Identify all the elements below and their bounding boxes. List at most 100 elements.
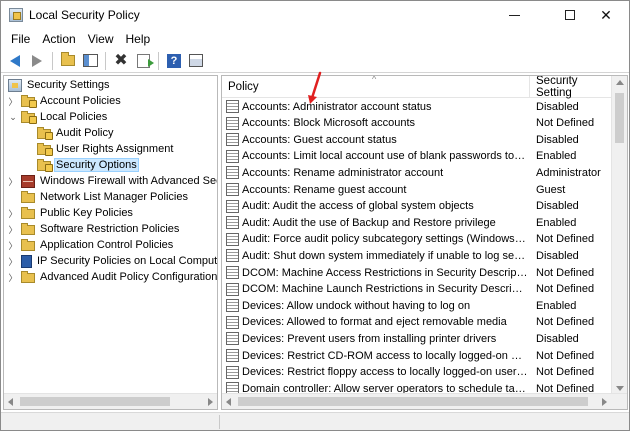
column-header-policy[interactable]: Policy ^ <box>222 76 530 98</box>
scroll-thumb[interactable] <box>615 93 624 143</box>
delete-button[interactable]: ✖ <box>111 51 131 71</box>
tree-item-user-rights-assignment[interactable]: User Rights Assignment <box>37 141 175 157</box>
tree-item-ip-security[interactable]: 〉 IP Security Policies on Local Compute <box>8 253 217 269</box>
toolbar: ✖ ? <box>1 49 629 73</box>
policy-setting-icon <box>226 266 239 279</box>
security-setting-value: Not Defined <box>536 366 595 379</box>
table-row[interactable]: Devices: Restrict CD-ROM access to local… <box>222 347 612 364</box>
scroll-thumb[interactable] <box>20 397 170 406</box>
menu-help[interactable]: Help <box>120 32 157 46</box>
properties-button[interactable] <box>186 51 206 71</box>
up-one-level-button[interactable] <box>58 51 78 71</box>
policy-setting-icon <box>226 149 239 163</box>
table-row[interactable]: Devices: Prevent users from installing p… <box>222 330 612 347</box>
chevron-right-icon[interactable]: 〉 <box>8 253 18 269</box>
menu-view[interactable]: View <box>82 32 120 46</box>
policy-setting-icon <box>226 116 239 130</box>
chevron-down-icon[interactable]: ⌄ <box>8 109 18 125</box>
tree-item-application-control[interactable]: 〉 Application Control Policies <box>8 237 175 253</box>
show-hide-tree-icon <box>82 54 98 67</box>
table-row[interactable]: Accounts: Block Microsoft accounts Not De… <box>222 115 612 132</box>
forward-button[interactable] <box>27 51 47 71</box>
chevron-right-icon[interactable]: 〉 <box>8 269 18 285</box>
close-button[interactable]: ✕ <box>583 1 629 29</box>
menu-file[interactable]: File <box>5 32 36 46</box>
firewall-icon <box>21 174 35 188</box>
status-divider <box>219 415 220 429</box>
tree-item-windows-firewall[interactable]: 〉 Windows Firewall with Advanced Secu <box>8 173 217 189</box>
policy-name: Audit: Force audit policy subcategory se… <box>242 233 528 246</box>
policy-setting-icon <box>226 183 239 196</box>
policy-setting-icon <box>226 299 239 313</box>
tree-item-audit-policy[interactable]: Audit Policy <box>37 125 115 141</box>
locked-folder-icon <box>21 95 37 108</box>
menu-action[interactable]: Action <box>36 32 81 46</box>
folder-icon <box>21 191 35 203</box>
tree-item-software-restriction[interactable]: 〉 Software Restriction Policies <box>8 221 181 237</box>
show-hide-tree-button[interactable] <box>80 51 100 71</box>
table-row[interactable]: DCOM: Machine Launch Restrictions in Sec… <box>222 281 612 298</box>
tree-horizontal-scrollbar[interactable] <box>4 393 217 409</box>
list-horizontal-scrollbar[interactable] <box>222 393 627 409</box>
security-settings-icon <box>8 78 22 92</box>
chevron-right-icon[interactable]: 〉 <box>8 205 18 221</box>
scroll-left-icon[interactable] <box>226 398 231 406</box>
back-button[interactable] <box>5 51 25 71</box>
tree-item-account-policies[interactable]: 〉 Account Policies <box>8 93 123 109</box>
scroll-left-icon[interactable] <box>8 398 13 406</box>
tree-root-security-settings[interactable]: Security Settings <box>8 77 112 93</box>
export-list-button[interactable] <box>133 51 154 71</box>
scroll-thumb[interactable] <box>238 397 588 406</box>
locked-folder-icon <box>37 159 53 172</box>
title-bar[interactable]: Local Security Policy ✕ <box>1 1 629 29</box>
policy-setting-icon <box>226 100 239 113</box>
folder-icon <box>21 271 35 283</box>
policy-list: Accounts: Administrator account status Di… <box>222 98 612 395</box>
table-row[interactable]: Audit: Audit the use of Backup and Resto… <box>222 214 612 231</box>
tree-item-public-key-policies[interactable]: 〉 Public Key Policies <box>8 205 135 221</box>
policy-name: Devices: Allow undock without having to … <box>242 299 471 312</box>
table-row[interactable]: Accounts: Limit local account use of bla… <box>222 148 612 165</box>
scroll-up-icon[interactable] <box>616 80 624 85</box>
status-bar <box>1 412 629 430</box>
help-button[interactable]: ? <box>164 51 184 71</box>
forward-arrow-icon <box>32 54 42 67</box>
table-row[interactable]: Accounts: Rename guest account Guest <box>222 181 612 198</box>
table-row[interactable]: Audit: Force audit policy subcategory se… <box>222 231 612 248</box>
policy-setting-icon <box>226 166 239 180</box>
table-row[interactable]: Devices: Allow undock without having to … <box>222 297 612 314</box>
ip-security-icon <box>21 254 32 268</box>
scroll-right-icon[interactable] <box>208 398 213 406</box>
security-setting-value: Not Defined <box>536 233 595 246</box>
tree-item-network-list-manager[interactable]: Network List Manager Policies <box>8 189 190 205</box>
security-setting-value: Not Defined <box>536 117 595 130</box>
security-setting-value: Enabled <box>536 216 577 229</box>
policy-name: Accounts: Block Microsoft accounts <box>242 117 416 130</box>
table-row[interactable]: Devices: Allowed to format and eject rem… <box>222 314 612 331</box>
tree-item-advanced-audit[interactable]: 〉 Advanced Audit Policy Configuration <box>8 269 217 285</box>
chevron-right-icon[interactable]: 〉 <box>8 173 18 189</box>
scroll-right-icon[interactable] <box>602 398 607 406</box>
minimize-button[interactable] <box>491 1 537 29</box>
table-row[interactable]: Accounts: Guest account status Disabled <box>222 131 612 148</box>
scroll-down-icon[interactable] <box>616 386 624 391</box>
column-header-security-setting[interactable]: Security Setting <box>530 76 612 99</box>
policy-setting-icon <box>226 199 239 213</box>
chevron-right-icon[interactable]: 〉 <box>8 237 18 253</box>
tree-item-local-policies[interactable]: ⌄ Local Policies <box>8 109 109 125</box>
policy-name: Devices: Allowed to format and eject rem… <box>242 316 507 329</box>
table-row[interactable]: DCOM: Machine Access Restrictions in Sec… <box>222 264 612 281</box>
tree-item-security-options[interactable]: Security Options <box>37 157 139 173</box>
table-row[interactable]: Accounts: Rename administrator account Ad… <box>222 164 612 181</box>
list-vertical-scrollbar[interactable] <box>611 76 627 395</box>
folder-icon <box>21 223 35 235</box>
chevron-right-icon[interactable]: 〉 <box>8 93 18 109</box>
policy-name: Accounts: Limit local account use of bla… <box>242 150 528 163</box>
chevron-right-icon[interactable]: 〉 <box>8 221 18 237</box>
table-row[interactable]: Accounts: Administrator account status Di… <box>222 98 612 115</box>
table-row[interactable]: Audit: Shut down system immediately if u… <box>222 247 612 264</box>
table-row[interactable]: Devices: Restrict floppy access to local… <box>222 364 612 381</box>
annotation-arrow-icon <box>308 71 322 104</box>
export-list-icon <box>136 53 154 68</box>
table-row[interactable]: Audit: Audit the access of global system… <box>222 198 612 215</box>
